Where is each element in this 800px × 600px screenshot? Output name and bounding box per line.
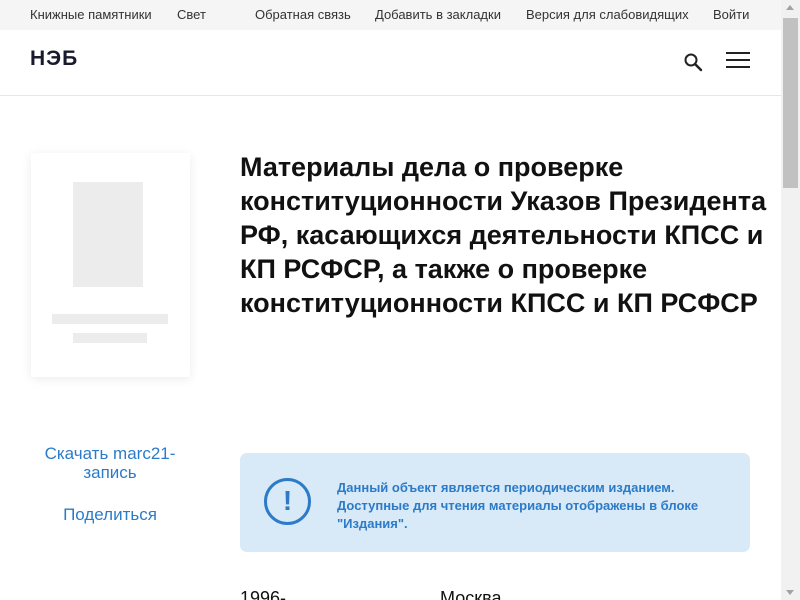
hamburger-menu-icon[interactable] bbox=[726, 52, 750, 72]
top-utility-bar: Книжные памятники Свет Обратная связь До… bbox=[0, 0, 781, 30]
cover-image-placeholder bbox=[73, 182, 143, 287]
exclamation-icon: ! bbox=[264, 478, 311, 525]
topbar-link-login[interactable]: Войти bbox=[713, 7, 749, 22]
topbar-link-accessibility[interactable]: Версия для слабовидящих bbox=[526, 7, 689, 22]
document-cover-placeholder bbox=[31, 153, 190, 377]
periodical-notice: ! Данный объект является периодическим и… bbox=[240, 453, 750, 552]
publication-year: 1996- bbox=[240, 588, 287, 600]
cover-text-placeholder bbox=[73, 333, 147, 343]
site-logo[interactable]: НЭБ bbox=[30, 47, 78, 71]
site-header: НЭБ bbox=[0, 30, 781, 96]
vertical-scrollbar[interactable] bbox=[781, 0, 800, 600]
topbar-link-bookmarks[interactable]: Добавить в закладки bbox=[375, 7, 501, 22]
scroll-up-arrow-icon[interactable] bbox=[786, 5, 794, 10]
publication-city: Москва bbox=[440, 588, 502, 600]
topbar-link-svet[interactable]: Свет bbox=[177, 7, 206, 22]
topbar-link-book-monuments[interactable]: Книжные памятники bbox=[30, 7, 152, 22]
search-icon[interactable] bbox=[683, 52, 705, 74]
notice-text: Данный объект является периодическим изд… bbox=[337, 480, 699, 531]
share-link[interactable]: Поделиться bbox=[30, 505, 190, 524]
topbar-link-feedback[interactable]: Обратная связь bbox=[255, 7, 351, 22]
cover-text-placeholder bbox=[52, 314, 168, 324]
scrollbar-thumb[interactable] bbox=[783, 18, 798, 188]
scroll-down-arrow-icon[interactable] bbox=[786, 590, 794, 595]
download-marc21-link[interactable]: Скачать marc21-запись bbox=[30, 444, 190, 482]
document-title: Материалы дела о проверке конституционно… bbox=[240, 152, 767, 318]
